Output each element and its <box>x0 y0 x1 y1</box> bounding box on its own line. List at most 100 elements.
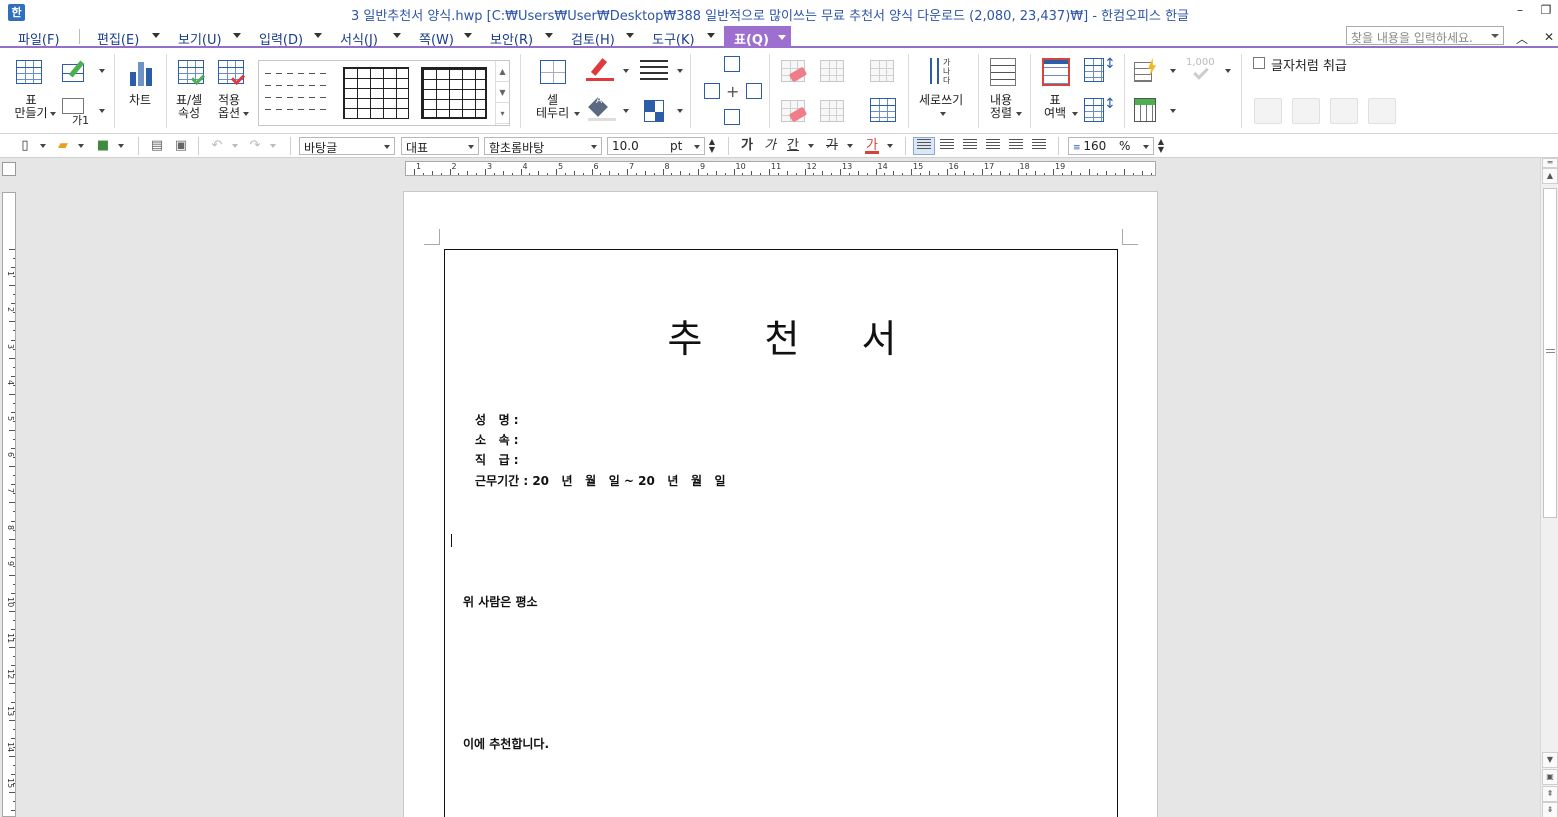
menu-file[interactable]: 파일(F) <box>18 29 60 48</box>
formula-icon[interactable] <box>1134 58 1160 84</box>
wrap-tight-icon[interactable] <box>1292 98 1320 124</box>
open-folder-icon[interactable]: ▰ <box>54 138 72 154</box>
insert-right-icon[interactable] <box>746 83 762 99</box>
apply-options-chevron-down-icon[interactable] <box>243 112 249 116</box>
redo-chevron-down-icon[interactable] <box>270 144 276 148</box>
cell-shade-chevron-down-icon[interactable] <box>677 109 683 113</box>
menu-view[interactable]: 보기(U) <box>178 29 222 48</box>
fill-color-chevron-down-icon[interactable] <box>623 109 629 113</box>
vertical-writing-button[interactable]: 세로쓰기 <box>919 94 963 107</box>
document-table[interactable]: 추천서 성 명 : 소 속 : 직 급 : 근무기간 : 20 년 월 일 ~ … <box>444 249 1118 817</box>
vertical-ruler[interactable]: 1 2 3 4 5 6 7 8 9 10 11 12 13 14 15 <box>2 192 16 817</box>
chart-button[interactable]: 차트 <box>129 94 151 107</box>
redo-icon[interactable]: ↷ <box>246 138 264 154</box>
fill-color-icon[interactable]: A <box>588 96 616 122</box>
gallery-more-icon[interactable]: ▾ <box>496 103 509 124</box>
vertical-writing-icon[interactable]: 가 나 다 <box>928 58 954 88</box>
draw-table-chevron-down-icon[interactable] <box>99 69 105 73</box>
table-style-grid[interactable] <box>343 67 409 119</box>
cell-block-icon[interactable] <box>870 98 896 122</box>
caption-chevron-down-icon[interactable] <box>99 109 105 113</box>
italic-button[interactable]: 가 <box>763 138 777 154</box>
print-preview-icon[interactable]: ▣ <box>172 138 190 154</box>
draw-table-icon[interactable] <box>62 60 88 84</box>
border-line-chevron-down-icon[interactable] <box>677 69 683 73</box>
align-right-icon[interactable] <box>986 139 1000 151</box>
cell-shade-icon[interactable] <box>644 100 664 122</box>
wrap-behind-icon[interactable] <box>1330 98 1358 124</box>
ruler-toggle-button[interactable] <box>2 162 16 176</box>
line-spacing-input[interactable]: ≡ 160 % <box>1068 137 1154 155</box>
style-select[interactable]: 바탕글 <box>299 137 395 155</box>
find-input[interactable]: 찾을 내용을 입력하세요. <box>1346 26 1504 45</box>
close-icon[interactable]: ✕ <box>1544 30 1554 44</box>
menu-insert[interactable]: 입력(D) <box>259 29 303 48</box>
print-icon[interactable]: ▤ <box>148 138 166 154</box>
make-table-button[interactable]: 표 만들기 <box>10 94 52 120</box>
next-page-icon[interactable]: ⇟ <box>1542 802 1558 817</box>
table-style-gallery[interactable]: ▲ ▼ ▾ <box>258 60 510 126</box>
menu-edit[interactable]: 편집(E) <box>97 29 139 48</box>
scroll-thumb[interactable] <box>1543 188 1557 518</box>
gallery-scroll[interactable]: ▲ ▼ ▾ <box>495 61 509 125</box>
table-style-bold-grid[interactable] <box>421 67 487 119</box>
vertical-scrollbar[interactable]: ═ ▲ ▼ ▣ ⇞ ⇟ <box>1540 158 1558 817</box>
menu-review[interactable]: 검토(H) <box>571 29 615 48</box>
undo-icon[interactable]: ↶ <box>208 138 226 154</box>
menu-table-tab[interactable]: 표(Q) <box>724 26 791 48</box>
new-doc-chevron-down-icon[interactable] <box>40 144 46 148</box>
calculator-chevron-down-icon[interactable] <box>1170 109 1176 113</box>
cell-border-chevron-down-icon[interactable] <box>574 112 580 116</box>
insert-left-icon[interactable] <box>704 83 720 99</box>
border-color-icon[interactable] <box>586 58 614 82</box>
strike-chevron-down-icon[interactable] <box>847 144 853 148</box>
new-doc-icon[interactable]: ▯ <box>16 138 34 154</box>
make-table-icon[interactable] <box>16 60 42 84</box>
vertical-writing-chevron-down-icon[interactable] <box>940 112 946 116</box>
insert-below-icon[interactable] <box>724 109 740 125</box>
save-chevron-down-icon[interactable] <box>118 144 124 148</box>
language-select[interactable]: 대표 <box>401 137 479 155</box>
ribbon-collapse-icon[interactable]: ︿ <box>1516 30 1528 47</box>
scroll-up-icon[interactable]: ▲ <box>1542 168 1558 184</box>
border-line-icon[interactable] <box>640 60 668 82</box>
gallery-up-icon[interactable]: ▲ <box>496 61 509 82</box>
merge-cells-icon[interactable] <box>820 60 844 82</box>
wrap-square-icon[interactable] <box>1254 98 1282 124</box>
font-color-chevron-down-icon[interactable] <box>887 144 893 148</box>
col-width-icon[interactable] <box>1084 98 1104 122</box>
insert-cell-plus-icon[interactable]: + <box>726 82 739 101</box>
menu-page[interactable]: 쪽(W) <box>419 29 454 48</box>
align-divide-icon[interactable] <box>1032 139 1046 151</box>
align-left-icon[interactable] <box>940 139 954 151</box>
open-chevron-down-icon[interactable] <box>78 144 84 148</box>
menu-review-chevron-down-icon[interactable] <box>626 33 634 38</box>
save-icon[interactable]: ■ <box>94 138 112 154</box>
menu-edit-chevron-down-icon[interactable] <box>152 33 160 38</box>
page-view-icon[interactable]: ▣ <box>1542 769 1558 785</box>
table-props-button[interactable]: 표/셀 속성 <box>176 94 202 120</box>
menu-format-chevron-down-icon[interactable] <box>393 33 401 38</box>
font-size-stepper[interactable]: ▲ ▼ <box>706 138 718 154</box>
underline-button[interactable]: 간 <box>786 138 800 154</box>
prev-page-icon[interactable]: ⇞ <box>1542 786 1558 802</box>
calc-chevron-down-icon[interactable] <box>1225 69 1231 73</box>
strike-button[interactable]: 가 <box>825 138 839 154</box>
table-style-dashed[interactable] <box>265 67 331 119</box>
table-margin-chevron-down-icon[interactable] <box>1072 112 1078 116</box>
row-height-icon[interactable] <box>1084 58 1104 82</box>
split-handle[interactable]: ═ <box>1542 158 1558 168</box>
font-select[interactable]: 함초롬바탕 <box>484 137 602 155</box>
find-dropdown-icon[interactable] <box>1491 34 1499 38</box>
horizontal-ruler[interactable]: 1 2 3 4 5 6 7 8 9 10 11 12 13 14 15 16 17 18 19 <box>405 161 1156 176</box>
table-margin-icon[interactable] <box>1042 58 1070 86</box>
treat-as-char-checkbox[interactable] <box>1253 57 1265 69</box>
menu-page-chevron-down-icon[interactable] <box>464 33 472 38</box>
chart-icon[interactable] <box>129 58 155 86</box>
undo-chevron-down-icon[interactable] <box>232 144 238 148</box>
border-color-chevron-down-icon[interactable] <box>623 69 629 73</box>
content-align-icon[interactable] <box>990 58 1016 86</box>
menu-tools-chevron-down-icon[interactable] <box>707 33 715 38</box>
insert-above-icon[interactable] <box>724 56 740 72</box>
align-center-icon[interactable] <box>963 139 977 151</box>
